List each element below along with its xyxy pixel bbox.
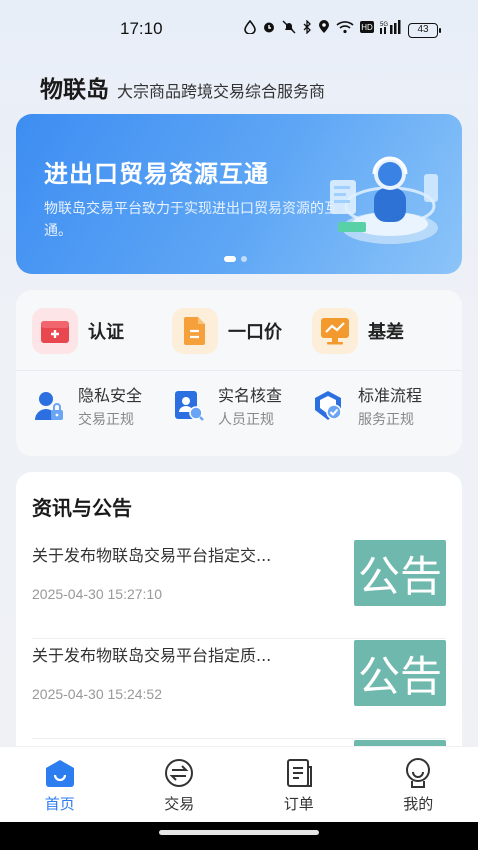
- brand-name: 物联岛: [40, 77, 109, 103]
- features-card: 认证 一口价 基差 隐私安全 交易正规 实名核查 人员正规 标准流程 服务正规: [16, 290, 462, 456]
- tab-home-label: 首页: [44, 795, 75, 813]
- tab-profile[interactable]: 我的: [359, 747, 478, 822]
- signal-icon: 5G: [380, 20, 402, 40]
- banner-subtitle: 物联岛交易平台致力于实现进出口贸易资源的互通。: [44, 201, 338, 239]
- features-divider: [16, 370, 462, 371]
- standard-process-icon: [315, 390, 342, 420]
- alarm-icon: [262, 20, 276, 40]
- tab-exchange-label: 交易: [164, 795, 195, 813]
- certification-icon: [32, 308, 78, 354]
- feature-privacy-title: 隐私安全: [78, 386, 143, 405]
- drop-icon: [244, 19, 256, 40]
- tab-orders-label: 订单: [283, 795, 314, 813]
- exchange-icon: [163, 757, 195, 789]
- tab-orders[interactable]: 订单: [239, 747, 359, 822]
- news-headline: 关于发布物联岛交易平台指定质...: [32, 646, 272, 665]
- basis-chart-icon: [312, 308, 358, 354]
- banner-dot-1[interactable]: [224, 256, 236, 262]
- bottom-tab-bar: 首页 交易 订单 我的: [0, 746, 478, 822]
- fixed-price-icon: [172, 308, 218, 354]
- feature-id-check[interactable]: 实名核查 人员正规: [174, 382, 314, 429]
- promo-banner[interactable]: 进出口贸易资源互通 物联岛交易平台致力于实现进出口贸易资源的互通。: [16, 114, 462, 274]
- feature-certification[interactable]: 认证: [32, 308, 172, 354]
- feature-basis-label: 基差: [368, 322, 404, 343]
- customer-service-illustration: [330, 156, 438, 244]
- gesture-handle[interactable]: [159, 830, 319, 835]
- feature-fixed-price[interactable]: 一口价: [172, 308, 312, 354]
- order-icon: [283, 757, 315, 789]
- feature-fixed-price-label: 一口价: [228, 322, 282, 343]
- announcement-badge: 公告: [354, 540, 446, 606]
- news-date: 2025-04-30 15:27:10: [32, 586, 162, 602]
- feature-id-check-subtitle: 人员正规: [218, 412, 274, 428]
- home-icon: [44, 757, 76, 789]
- banner-title: 进出口贸易资源互通: [44, 160, 269, 188]
- primary-features: 认证 一口价 基差: [32, 308, 452, 354]
- location-icon: [318, 20, 330, 40]
- feature-id-check-title: 实名核查: [218, 386, 283, 405]
- bluetooth-icon: [302, 19, 312, 40]
- banner-pagination[interactable]: [224, 256, 247, 262]
- secondary-features: 隐私安全 交易正规 实名核查 人员正规 标准流程 服务正规: [34, 382, 454, 429]
- news-headline: 关于发布物联岛交易平台指定交...: [32, 546, 272, 565]
- system-gesture-bar: [0, 822, 478, 850]
- feature-basis[interactable]: 基差: [312, 308, 452, 354]
- feature-standard-process[interactable]: 标准流程 服务正规: [314, 382, 454, 429]
- battery-indicator: 43: [408, 22, 441, 38]
- banner-dot-2[interactable]: [241, 256, 247, 262]
- profile-icon: [402, 757, 434, 789]
- news-section-title: 资讯与公告: [32, 496, 132, 520]
- id-check-icon: [175, 390, 204, 421]
- tab-profile-label: 我的: [403, 795, 434, 813]
- news-date: 2025-04-30 15:24:52: [32, 686, 162, 702]
- feature-standard-process-title: 标准流程: [358, 386, 423, 405]
- status-bar: 17:10 HD 5G 43: [0, 0, 478, 58]
- status-icons: HD 5G 43: [244, 19, 441, 40]
- feature-privacy-subtitle: 交易正规: [78, 412, 134, 428]
- mute-bell-icon: [282, 20, 296, 40]
- announcement-badge: 公告: [354, 640, 446, 706]
- svg-text:HD: HD: [361, 23, 373, 32]
- news-item[interactable]: 关于发布物联岛交易平台指定交... 2025-04-30 15:27:10 公告: [32, 540, 446, 639]
- tab-exchange[interactable]: 交易: [120, 747, 240, 822]
- status-time: 17:10: [120, 19, 163, 38]
- brand-tagline: 大宗商品跨境交易综合服务商: [117, 82, 326, 101]
- hd-icon: HD: [360, 21, 374, 39]
- wifi-icon: [336, 20, 354, 40]
- feature-certification-label: 认证: [88, 322, 124, 343]
- news-card: 资讯与公告 关于发布物联岛交易平台指定交... 2025-04-30 15:27…: [16, 472, 462, 772]
- app-header: 物联岛 大宗商品跨境交易综合服务商: [40, 70, 325, 104]
- feature-standard-process-subtitle: 服务正规: [358, 412, 414, 428]
- tab-home[interactable]: 首页: [0, 747, 120, 822]
- privacy-user-icon: [35, 391, 63, 420]
- news-item[interactable]: 关于发布物联岛交易平台指定质... 2025-04-30 15:24:52 公告: [32, 640, 446, 739]
- feature-privacy[interactable]: 隐私安全 交易正规: [34, 382, 174, 429]
